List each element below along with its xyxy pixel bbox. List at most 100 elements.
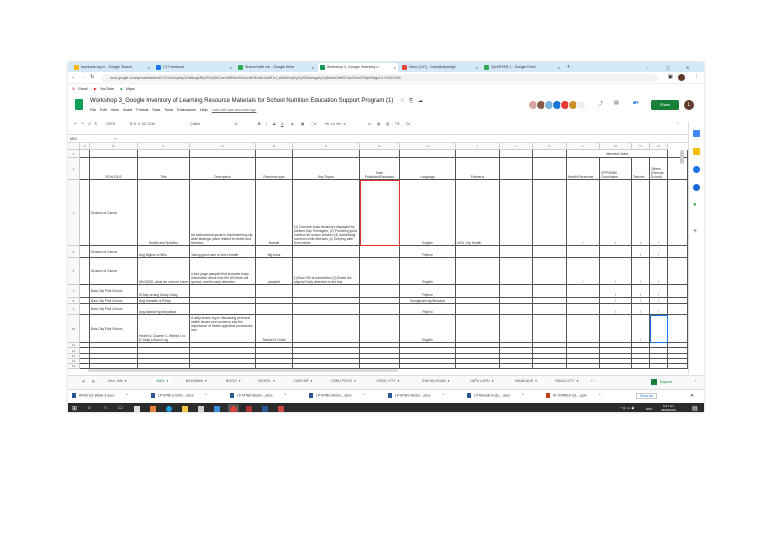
key-topics-cell[interactable] <box>293 285 360 298</box>
cell[interactable] <box>456 364 500 369</box>
forward-icon[interactable]: → <box>80 74 85 80</box>
menu-file[interactable]: File <box>90 108 96 112</box>
sheet-tab-bohol[interactable]: BOHOL ▾ <box>258 379 274 383</box>
browser-tab[interactable]: facebook log in - Google Search × <box>72 63 152 72</box>
row-header[interactable]: 2 <box>68 150 80 158</box>
windows-start-icon[interactable]: ⊞ <box>72 405 77 412</box>
borders-icon[interactable]: ▦ <box>301 122 304 126</box>
column-header[interactable]: G <box>360 143 400 150</box>
explore-button[interactable]: Explore <box>651 378 687 387</box>
partner-cell[interactable] <box>456 246 500 258</box>
cell[interactable] <box>668 180 688 246</box>
intended-user-check[interactable]: / <box>600 258 632 285</box>
title-cell[interactable]: Si Aisy at ang Gulay Gang <box>138 285 190 298</box>
sheet-tab-lapu-lapu[interactable]: LAPU LAPU ▾ <box>470 379 494 383</box>
intended-user-check[interactable]: / <box>650 180 668 246</box>
bookmark-youtube[interactable]: YouTube <box>100 84 114 94</box>
collapse-toolbar-icon[interactable]: ^ <box>677 122 679 126</box>
dropdown-icon[interactable]: ▾ <box>492 379 494 383</box>
description-cell[interactable]: An instructional guide in implementing c… <box>190 180 256 246</box>
cell[interactable] <box>632 364 650 369</box>
cell[interactable] <box>500 364 533 369</box>
text-color-icon[interactable]: A <box>281 122 283 126</box>
language-cell[interactable]: English <box>400 258 456 285</box>
cell[interactable] <box>650 364 668 369</box>
intended-user-check[interactable]: / <box>632 315 650 343</box>
tab-close-icon[interactable]: × <box>230 63 232 72</box>
date-cell[interactable] <box>360 180 400 246</box>
minimize-icon[interactable]: – <box>646 63 648 72</box>
notifications-icon[interactable]: ▤ <box>692 405 698 412</box>
description-cell[interactable]: Taking good care of one's health <box>190 246 256 258</box>
intended-user-check[interactable]: / <box>632 304 650 315</box>
intended-user-check[interactable] <box>600 246 632 258</box>
chevron-up-icon[interactable]: ^ <box>126 393 128 397</box>
back-icon[interactable]: ← <box>71 74 76 80</box>
intended-user-check[interactable]: / <box>600 304 632 315</box>
dropdown-icon[interactable]: ▾ <box>354 379 356 383</box>
header-teacher[interactable]: Teacher <box>632 158 650 180</box>
intended-user-check[interactable]: / <box>632 258 650 285</box>
new-tab-button[interactable]: + <box>564 63 570 72</box>
chrome-taskbar-button[interactable] <box>228 404 239 412</box>
star-icon[interactable]: ☆ <box>400 98 404 104</box>
link-icon[interactable]: ⊝ <box>368 122 371 126</box>
cell[interactable] <box>500 180 533 246</box>
dropdown-icon[interactable]: ▾ <box>273 379 275 383</box>
cell[interactable] <box>668 246 688 258</box>
intended-user-check[interactable] <box>567 285 600 298</box>
column-header[interactable]: N <box>632 143 650 150</box>
cell[interactable] <box>668 285 688 298</box>
header-others[interactable]: Others (Parents, School) <box>650 158 668 180</box>
browser-tab[interactable]: Inbox (107) - lvtan@depedgo × <box>400 63 480 72</box>
cell[interactable] <box>80 246 90 258</box>
column-header[interactable]: O <box>650 143 668 150</box>
resource-type-cell[interactable]: Big book <box>256 246 293 258</box>
extensions-icon[interactable]: ▣ <box>668 74 673 80</box>
language-cell[interactable]: English <box>400 180 456 246</box>
header-language[interactable]: Language <box>400 158 456 180</box>
add-sheet-icon[interactable]: + <box>82 379 85 385</box>
row-header[interactable]: 10 <box>68 315 80 343</box>
tab-close-icon[interactable]: × <box>148 63 150 72</box>
side-panel-toggle-icon[interactable]: › <box>695 379 696 383</box>
cell[interactable] <box>533 150 567 158</box>
comment-icon[interactable]: ▤ <box>377 122 380 126</box>
vertical-scrollbar[interactable] <box>680 150 684 164</box>
italic-icon[interactable]: I <box>266 122 267 126</box>
dropdown-icon[interactable]: ▾ <box>205 379 207 383</box>
app-icon[interactable] <box>278 406 284 412</box>
edge-icon[interactable] <box>166 406 172 412</box>
menu-format[interactable]: Format <box>136 108 148 112</box>
cell[interactable] <box>533 258 567 285</box>
add-addon-icon[interactable]: + <box>693 228 697 235</box>
select-all-corner[interactable] <box>68 143 80 150</box>
browser-tab[interactable]: QUARTER 1 - Google Drive × <box>482 63 562 72</box>
cell[interactable] <box>500 150 533 158</box>
partner-cell[interactable]: USLI City Health <box>456 180 500 246</box>
cell[interactable] <box>80 304 90 315</box>
row-header[interactable]: 3 <box>68 158 80 180</box>
fill-color-icon[interactable]: ◈ <box>291 122 294 126</box>
cell[interactable] <box>138 150 190 158</box>
column-header[interactable]: B <box>90 143 138 150</box>
app-icon[interactable] <box>134 406 140 412</box>
currency-icon[interactable]: $ % .0 .00 123▾ <box>130 122 155 126</box>
sheet-tab-carcar[interactable]: CARCAR ▾ <box>293 379 312 383</box>
cell[interactable] <box>80 285 90 298</box>
cell[interactable] <box>500 285 533 298</box>
intended-user-check[interactable] <box>567 315 600 343</box>
document-title[interactable]: Workshop 3_Google Inventory of Learning … <box>90 98 393 104</box>
functions-icon[interactable]: Σ▾ <box>406 122 410 126</box>
paint-format-icon[interactable]: ¶ <box>95 122 97 126</box>
intended-user-check[interactable]: / <box>650 258 668 285</box>
download-item[interactable]: LP-MTB2-Modul....docx ^ <box>388 393 444 398</box>
title-cell[interactable]: Health 6, Quarter 1, Weeks 1 to 8: Daily… <box>138 315 190 343</box>
intended-user-check[interactable] <box>600 315 632 343</box>
all-sheets-icon[interactable]: ≡ <box>92 379 95 385</box>
header-gpp[interactable]: GPP/SMM Coordinator <box>600 158 632 180</box>
school-cell[interactable]: Division of Carcar <box>90 258 138 285</box>
intended-user-check[interactable]: / <box>600 285 632 298</box>
column-header[interactable]: D <box>190 143 256 150</box>
partner-cell[interactable] <box>456 304 500 315</box>
